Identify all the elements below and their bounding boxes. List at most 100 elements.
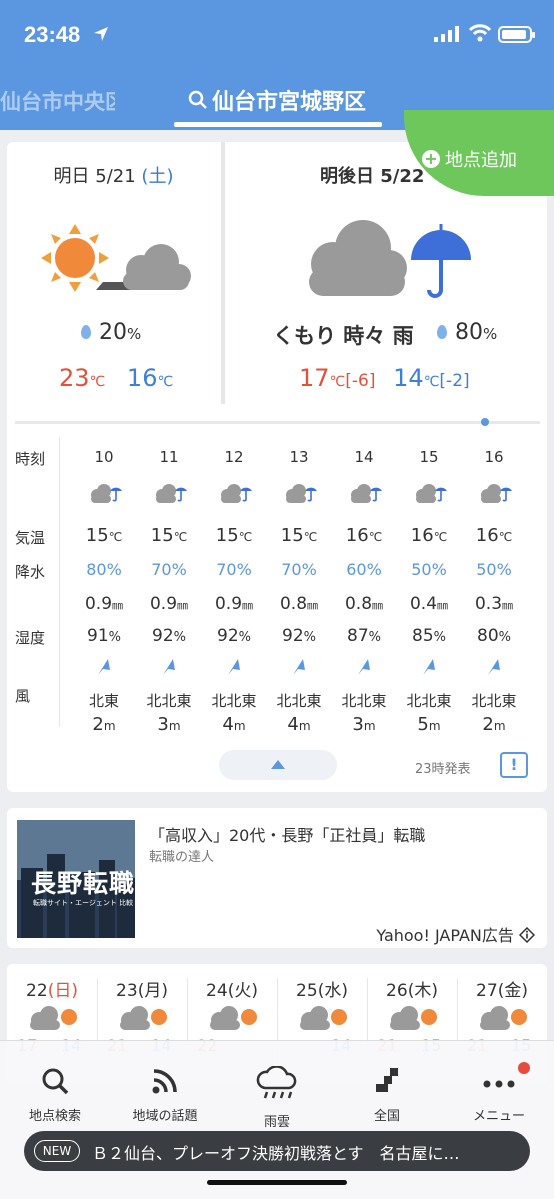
- weekly-date: 24(火): [206, 981, 258, 1001]
- hour-temp: 16℃: [410, 525, 448, 546]
- weekly-date: 26(木): [386, 981, 438, 1001]
- hour-wind-direction: 北北東: [146, 692, 192, 710]
- hour-rain: 0.8㎜: [344, 594, 384, 614]
- wind-direction-icon: [291, 658, 307, 676]
- hour-humidity: 87%: [347, 626, 381, 646]
- tab-prev-location[interactable]: 仙台市中央区: [0, 86, 115, 116]
- rain-cloud-icon: [256, 1065, 297, 1099]
- news-new-badge: NEW: [34, 1140, 80, 1162]
- wind-direction-icon: [486, 658, 502, 676]
- hour-pop: 70%: [151, 560, 187, 579]
- hour-temp: 15℃: [215, 525, 253, 546]
- humidity-label: 湿度: [15, 629, 46, 647]
- japan-map-icon: [376, 1068, 398, 1092]
- hourly-scroll-track[interactable]: [15, 421, 540, 424]
- weekly-weather-icon: [25, 1002, 79, 1032]
- hour-humidity: 92%: [152, 626, 186, 646]
- issued-time: 23時発表: [415, 762, 471, 777]
- tab-current-location[interactable]: 仙台市宮城野区: [188, 84, 366, 116]
- news-ticker[interactable]: NEW Ｂ２仙台、プレーオフ決勝初戦落とす 名古屋に…: [24, 1131, 530, 1171]
- weekly-weather-icon: [115, 1002, 169, 1032]
- hour-wind-direction: 北北東: [471, 692, 517, 710]
- news-headline[interactable]: Ｂ２仙台、プレーオフ決勝初戦落とす 名古屋に…: [92, 1140, 460, 1164]
- sunny-then-cloudy-icon: [41, 224, 191, 292]
- wind-direction-icon: [421, 658, 437, 676]
- hour-wind-speed: 2m: [482, 714, 506, 735]
- hour-wind-speed: 2m: [92, 714, 116, 735]
- hour-cell: 16: [484, 448, 504, 466]
- hour-wind-direction: 北北東: [211, 692, 257, 710]
- hour-wind-direction: 北北東: [276, 692, 322, 710]
- weekly-weather-icon: [385, 1002, 439, 1032]
- tab-indicator: [174, 122, 382, 127]
- hour-label: 時刻: [15, 450, 46, 468]
- pop-label: 降水: [15, 563, 46, 581]
- hour-temp: 16℃: [475, 525, 513, 546]
- wind-label: 風: [15, 687, 31, 705]
- hour-weather-icon: [348, 480, 384, 506]
- add-location-label[interactable]: + 地点追加: [422, 146, 517, 172]
- nav-rain-cloud[interactable]: 雨雲: [222, 1065, 332, 1130]
- wind-direction-icon: [226, 658, 242, 676]
- nav-menu[interactable]: メニュー: [444, 1066, 554, 1124]
- hour-pop: 70%: [281, 560, 317, 579]
- hour-humidity: 80%: [477, 626, 511, 646]
- hour-cell: 14: [354, 448, 374, 466]
- hour-temp: 16℃: [345, 525, 383, 546]
- wind-direction-icon: [161, 658, 177, 676]
- cloudy-with-rain-icon: [309, 220, 471, 298]
- nav-national[interactable]: 全国: [332, 1066, 442, 1124]
- hour-humidity: 91%: [87, 626, 121, 646]
- hour-humidity: 92%: [282, 626, 316, 646]
- hour-temp: 15℃: [150, 525, 188, 546]
- hour-cell: 10: [94, 448, 114, 466]
- tomorrow-forecast: 明日 5/21 (土) 20% 23℃ 16℃: [7, 142, 220, 407]
- ad-image[interactable]: 長野転職 転職サイト・エージェント 比較: [17, 820, 135, 938]
- hour-temp: 15℃: [85, 525, 123, 546]
- more-icon: [483, 1080, 515, 1088]
- notification-badge: [518, 1062, 530, 1074]
- hour-wind-speed: 3m: [157, 714, 181, 735]
- hour-pop: 70%: [216, 560, 252, 579]
- hour-weather-icon: [88, 480, 124, 506]
- plus-icon: +: [422, 150, 440, 168]
- hour-cell: 12: [224, 448, 244, 466]
- forecast-card: 明日 5/21 (土) 20% 23℃ 16℃ 明後日 5/22 くもり 時々 …: [7, 142, 547, 792]
- ad-label[interactable]: Yahoo! JAPAN広告: [376, 922, 536, 946]
- search-icon: [188, 90, 207, 109]
- weekly-date: 27(金): [476, 981, 528, 1001]
- hour-wind-direction: 北北東: [406, 692, 452, 710]
- hour-rain: 0.8㎜: [279, 594, 319, 614]
- rss-icon: [152, 1069, 177, 1094]
- hourly-table[interactable]: 時刻 気温 降水 湿度 風 10 15℃ 80% 0.9㎜ 91% 北東 2m 11 15℃ 70…: [7, 432, 547, 742]
- hour-pop: 50%: [411, 560, 447, 579]
- search-icon: [42, 1068, 69, 1095]
- hour-weather-icon: [153, 480, 189, 506]
- hour-humidity: 92%: [217, 626, 251, 646]
- hour-weather-icon: [218, 480, 254, 506]
- hour-wind-speed: 4m: [287, 714, 311, 735]
- tomorrow-temps: 23℃ 16℃: [59, 364, 174, 392]
- ad-card[interactable]: 長野転職 転職サイト・エージェント 比較 「高収入」20代・長野「正社員」転職 …: [7, 808, 547, 948]
- home-indicator[interactable]: [207, 1180, 347, 1185]
- hour-wind-speed: 5m: [417, 714, 441, 735]
- tomorrow-pop: 20%: [81, 320, 141, 345]
- hour-rain: 0.9㎜: [149, 594, 189, 614]
- wind-direction-icon: [96, 658, 112, 676]
- day-after-temps: 17℃[-6] 14℃[-2]: [299, 364, 470, 392]
- hour-temp: 15℃: [280, 525, 318, 546]
- nav-local-topics[interactable]: 地域の話題: [110, 1066, 220, 1124]
- collapse-hourly-button[interactable]: [219, 750, 337, 780]
- hour-rain: 0.3㎜: [474, 594, 514, 614]
- day-after-pop: 80%: [437, 320, 497, 345]
- day-after-condition: くもり 時々 雨: [273, 324, 414, 348]
- hourly-scroll-thumb[interactable]: [481, 418, 489, 426]
- feedback-icon[interactable]: !: [500, 752, 528, 778]
- hour-cell: 15: [419, 448, 439, 466]
- hour-pop: 60%: [346, 560, 382, 579]
- ad-title[interactable]: 「高収入」20代・長野「正社員」転職: [149, 822, 425, 846]
- weekly-date: 22(日): [26, 981, 78, 1001]
- weekly-date: 23(月): [116, 981, 168, 1001]
- nav-search[interactable]: 地点検索: [0, 1066, 110, 1124]
- hour-weather-icon: [413, 480, 449, 506]
